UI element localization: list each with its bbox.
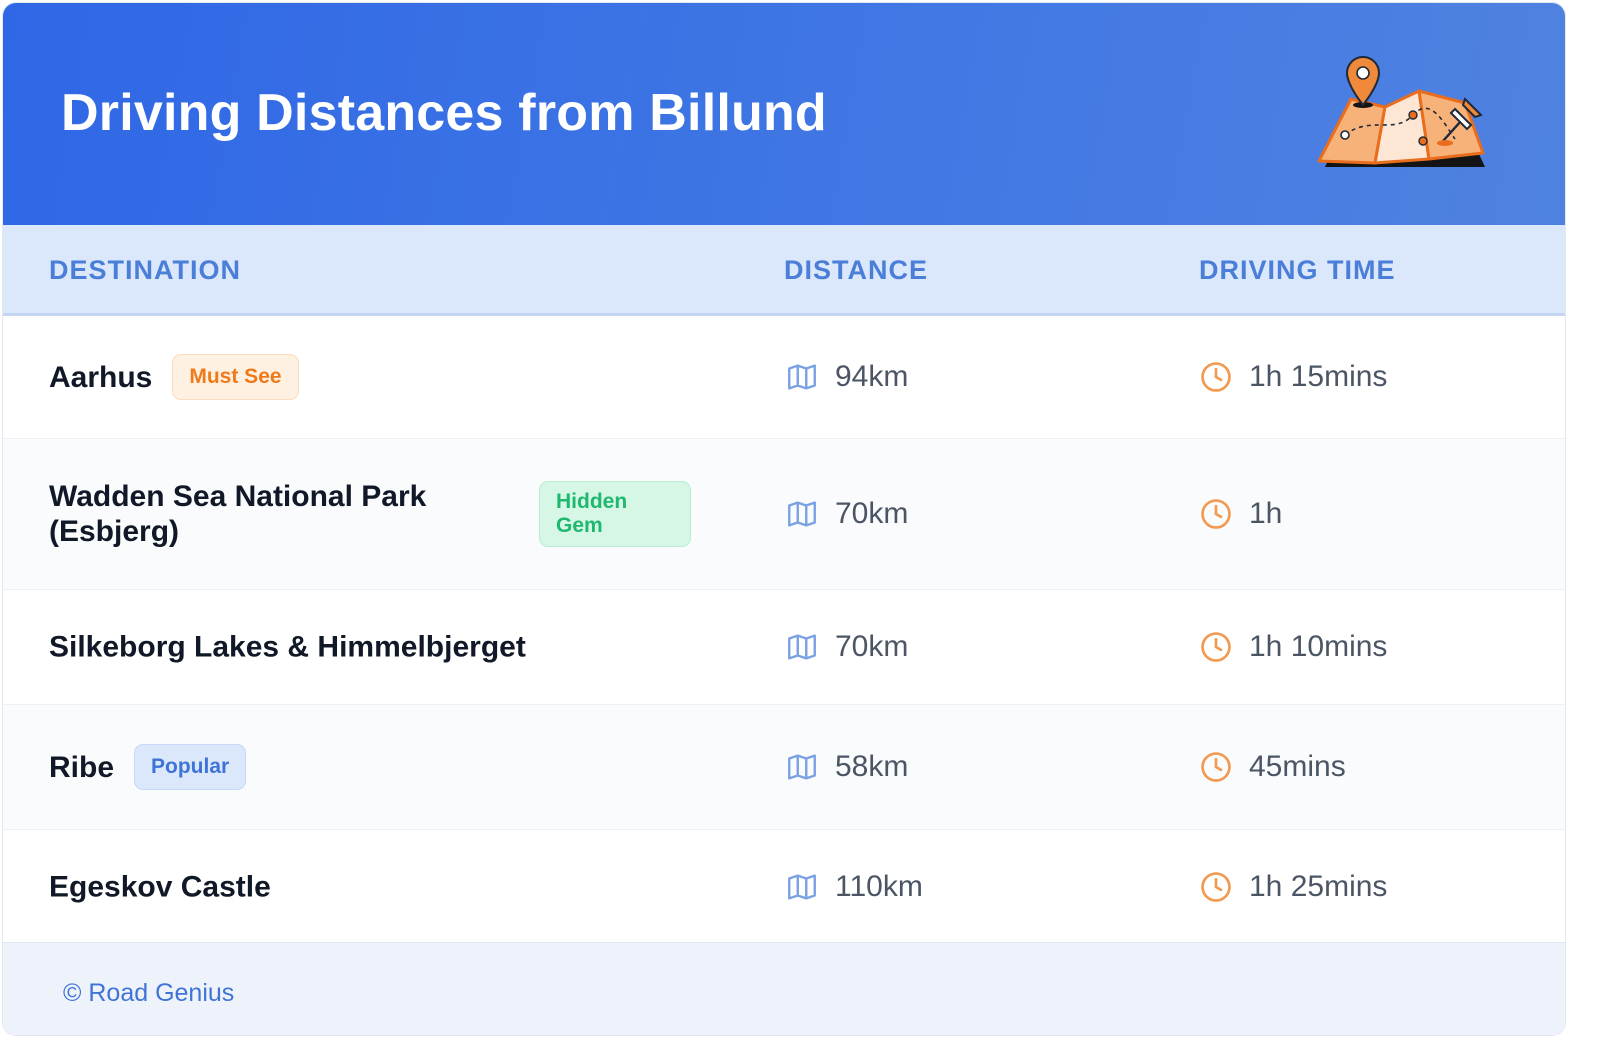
map-icon [788, 874, 816, 900]
clock-icon [1201, 632, 1231, 662]
destination-name: Egeskov Castle [49, 870, 271, 904]
table-row[interactable]: Wadden Sea National Park (Esbjerg) Hidde… [3, 439, 1565, 590]
column-header-distance[interactable]: DISTANCE [784, 255, 928, 286]
driving-time-cell: 1h 15mins [1199, 360, 1387, 394]
destination-cell: Aarhus Must See [49, 354, 299, 400]
clock-icon [1201, 872, 1231, 902]
destination-name: Silkeborg Lakes & Himmelbjerget [49, 630, 526, 664]
driving-time-value: 1h 10mins [1249, 630, 1388, 663]
distance-cell: 70km [785, 497, 908, 531]
driving-time-value: 45mins [1249, 750, 1346, 783]
table-body: Aarhus Must See 94km 1h 15mins Wadden Se… [3, 316, 1565, 945]
map-pin-illustration [1317, 56, 1485, 167]
distance-cell: 110km [785, 870, 923, 904]
column-header-driving-time[interactable]: DRIVING TIME [1199, 255, 1396, 286]
table-row[interactable]: Aarhus Must See 94km 1h 15mins [3, 316, 1565, 439]
driving-time-cell: 1h 10mins [1199, 630, 1387, 664]
table-row[interactable]: Silkeborg Lakes & Himmelbjerget 70km 1h … [3, 590, 1565, 705]
map-icon [788, 501, 816, 527]
table-row[interactable]: Ribe Popular 58km 45mins [3, 705, 1565, 830]
clock-icon [1201, 752, 1231, 782]
table-header: DESTINATION DISTANCE DRIVING TIME [3, 225, 1565, 316]
destination-cell: Ribe Popular [49, 744, 247, 790]
distance-cell: 94km [785, 360, 908, 394]
driving-time-cell: 1h [1199, 497, 1282, 531]
distance-value: 58km [835, 750, 909, 783]
distance-cell: 70km [785, 630, 908, 664]
distance-value: 94km [835, 360, 909, 393]
map-icon [788, 634, 816, 660]
distance-cell: 58km [785, 750, 908, 784]
destination-cell: Egeskov Castle [49, 870, 271, 905]
road-genius-credit-link[interactable]: © Road Genius [63, 979, 234, 1008]
driving-time-cell: 45mins [1199, 750, 1346, 784]
badge-hidden-gem: Hidden Gem [539, 481, 691, 547]
distance-value: 70km [835, 630, 909, 663]
map-icon [788, 364, 816, 390]
destination-cell: Silkeborg Lakes & Himmelbjerget [49, 630, 526, 665]
clock-icon [1201, 499, 1231, 529]
destination-name: Wadden Sea National Park (Esbjerg) [49, 480, 427, 548]
header-banner: Driving Distances from Billund [3, 3, 1565, 225]
badge-must-see: Must See [172, 354, 299, 400]
page-title: Driving Distances from Billund [61, 84, 827, 142]
badge-popular: Popular [134, 744, 247, 790]
distance-card: Driving Distances from Billund DESTINATI… [2, 2, 1566, 1036]
driving-time-value: 1h [1249, 497, 1283, 530]
destination-cell: Wadden Sea National Park (Esbjerg) Hidde… [49, 479, 691, 549]
driving-time-value: 1h 25mins [1249, 870, 1388, 903]
destination-name: Ribe [49, 750, 115, 784]
distance-value: 70km [835, 497, 909, 530]
footer: © Road Genius [3, 942, 1565, 1035]
destination-name: Aarhus [49, 360, 153, 394]
distance-value: 110km [835, 870, 923, 903]
map-icon [788, 754, 816, 780]
driving-time-cell: 1h 25mins [1199, 870, 1387, 904]
table-row[interactable]: Egeskov Castle 110km 1h 25mins [3, 830, 1565, 945]
clock-icon [1201, 362, 1231, 392]
driving-time-value: 1h 15mins [1249, 360, 1388, 393]
column-header-destination[interactable]: DESTINATION [49, 255, 241, 286]
